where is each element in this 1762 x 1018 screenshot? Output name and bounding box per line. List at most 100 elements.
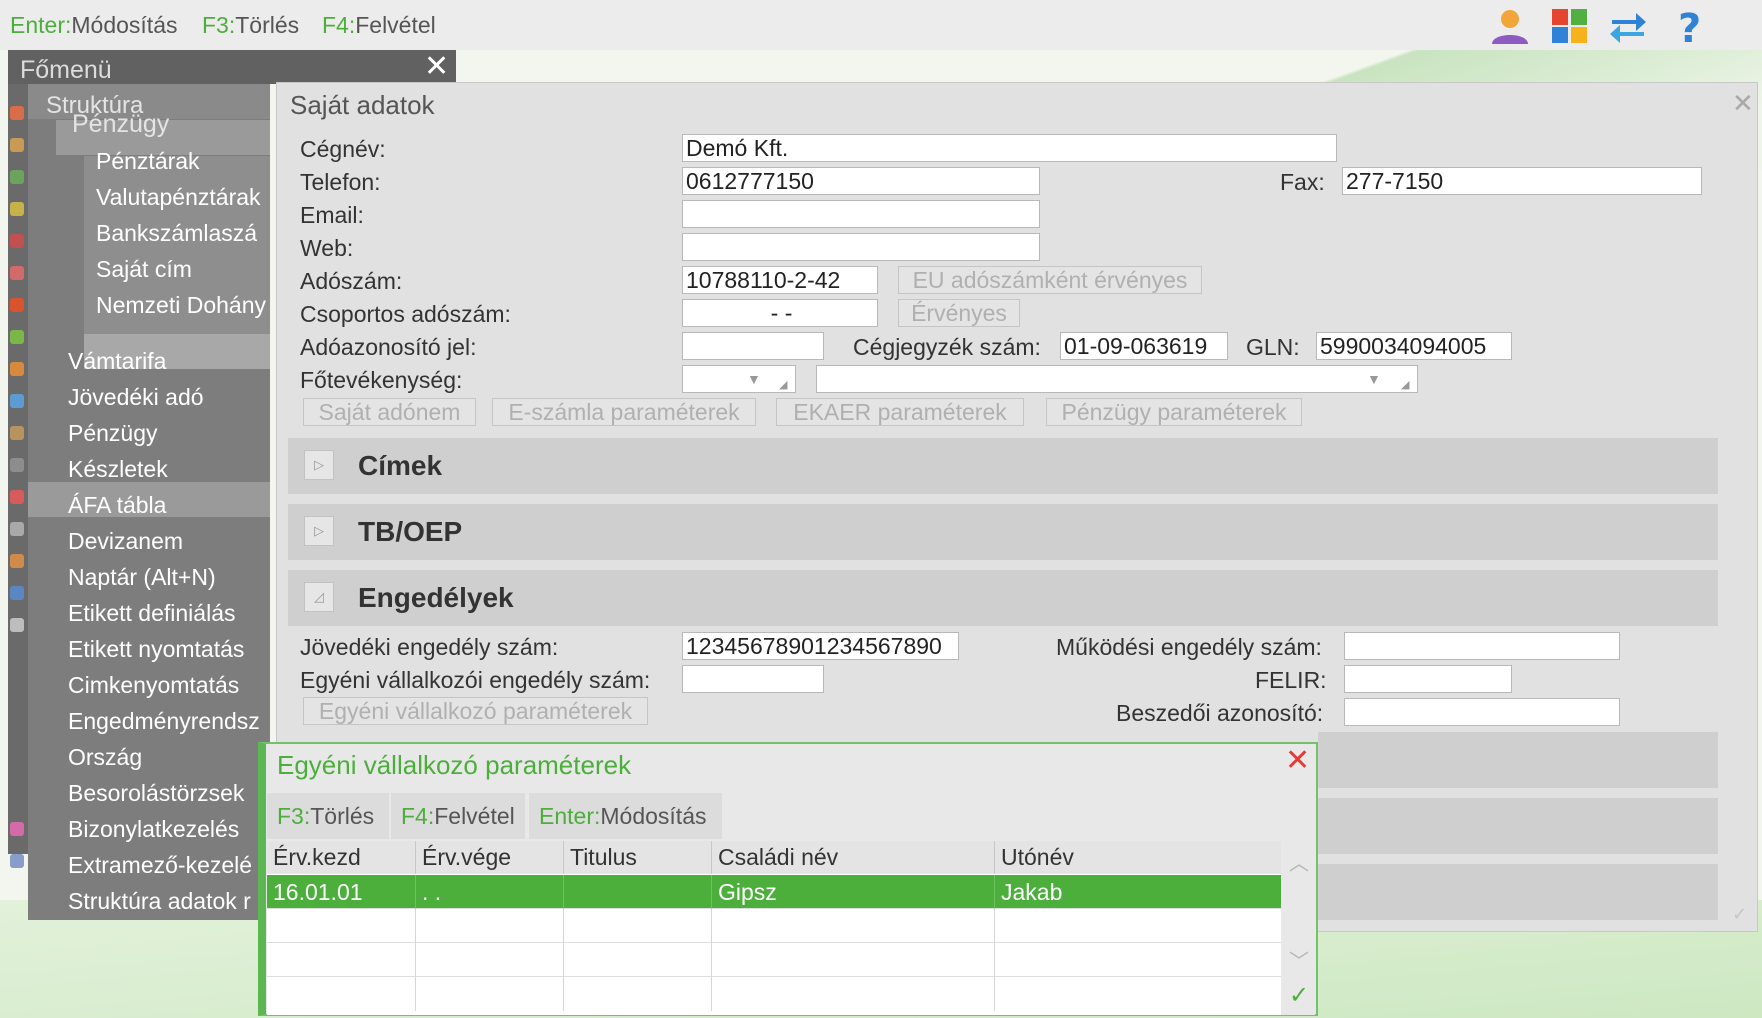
finance-params-button[interactable]: Pénzügy paraméterek	[1046, 398, 1302, 426]
user-icon[interactable]	[1488, 6, 1532, 46]
windows-grid-icon[interactable]	[1548, 6, 1592, 46]
menu-item-penzugy[interactable]: Pénzügy	[68, 420, 158, 447]
table-cell[interactable]	[995, 909, 1281, 943]
sole-trader-params-button[interactable]: Egyéni vállalkozó paraméterek	[303, 697, 648, 725]
label-group-tax-number: Csoportos adószám:	[300, 301, 511, 327]
menu-item-bankszamla[interactable]: Bankszámlaszá	[96, 220, 257, 247]
table-cell[interactable]	[416, 977, 564, 1011]
main-activity-code-select[interactable]: ▼ ◢	[682, 365, 796, 393]
grid-scrollbar[interactable]: ︿ ﹀ ✓	[1281, 841, 1315, 1015]
felir-field[interactable]	[1344, 665, 1512, 693]
collector-id-field[interactable]	[1344, 698, 1620, 726]
operating-permit-field[interactable]	[1344, 632, 1620, 660]
chevron-up-icon[interactable]: ︿	[1289, 847, 1309, 876]
menu-item-penztarak[interactable]: Pénztárak	[96, 148, 200, 175]
table-cell[interactable]	[416, 943, 564, 977]
check-icon[interactable]: ✓	[1289, 981, 1309, 1010]
help-icon[interactable]: ?	[1668, 6, 1712, 52]
shortcut-add[interactable]: F4:Felvétel	[322, 12, 436, 39]
menu-item-etikett-definialas[interactable]: Etikett definiálás	[68, 600, 235, 627]
web-field[interactable]	[682, 233, 1040, 261]
column-header-valid-from[interactable]: Érv.kezd	[267, 841, 416, 874]
section-permits[interactable]: ◿ Engedélyek	[288, 570, 1718, 626]
collapse-icon[interactable]: ◿	[304, 582, 334, 612]
email-field[interactable]	[682, 200, 1040, 228]
tax-id-field[interactable]	[682, 332, 824, 360]
table-cell[interactable]	[712, 943, 995, 977]
menu-item-afa-tabla[interactable]: ÁFA tábla	[68, 492, 166, 519]
tax-number-field[interactable]: 10788110-2-42	[682, 266, 878, 294]
table-cell[interactable]	[564, 875, 712, 909]
section-collapsed-b[interactable]	[1318, 798, 1718, 854]
menu-item-keszletek[interactable]: Készletek	[68, 456, 168, 483]
valid-button[interactable]: Érvényes	[898, 299, 1020, 327]
menu-item-devizanem[interactable]: Devizanem	[68, 528, 183, 555]
column-header-title[interactable]: Titulus	[564, 841, 712, 874]
table-cell[interactable]: . .	[416, 875, 564, 909]
gln-field[interactable]: 5990034094005	[1316, 332, 1512, 360]
menu-item-penzugy-group[interactable]: Pénzügy	[72, 110, 169, 139]
table-cell[interactable]	[564, 977, 712, 1011]
sub-modify-button[interactable]: Enter:Módosítás	[529, 793, 722, 839]
ekaer-params-button[interactable]: EKAER paraméterek	[776, 398, 1024, 426]
menu-item-orszag[interactable]: Ország	[68, 744, 142, 771]
table-cell[interactable]	[564, 943, 712, 977]
table-cell[interactable]: 16.01.01	[267, 875, 416, 909]
table-cell[interactable]	[267, 977, 416, 1011]
phone-field[interactable]: 0612777150	[682, 167, 1040, 195]
expand-icon[interactable]: ▷	[304, 450, 334, 480]
section-collapsed-a[interactable]	[1318, 732, 1718, 788]
main-activity-name-select[interactable]: ▼ ◢	[816, 365, 1418, 393]
menu-item-valutapenztarak[interactable]: Valutapénztárak	[96, 184, 261, 211]
table-cell[interactable]	[267, 909, 416, 943]
table-cell[interactable]: Gipsz	[712, 875, 995, 909]
menu-item-sajat-cim[interactable]: Saját cím	[96, 256, 192, 283]
column-header-valid-to[interactable]: Érv.vége	[416, 841, 564, 874]
sub-add-button[interactable]: F4:Felvétel	[391, 793, 525, 839]
table-cell[interactable]	[564, 909, 712, 943]
company-reg-number-field[interactable]: 01-09-063619	[1060, 332, 1228, 360]
chevron-down-icon[interactable]: ﹀	[1289, 945, 1309, 974]
table-cell[interactable]: Jakab	[995, 875, 1281, 909]
sub-delete-button[interactable]: F3:Törlés	[267, 793, 389, 839]
eu-tax-valid-button[interactable]: EU adószámként érvényes	[898, 266, 1202, 294]
expand-icon[interactable]: ▷	[304, 516, 334, 546]
e-invoice-params-button[interactable]: E-számla paraméterek	[492, 398, 756, 426]
shortcut-modify[interactable]: Enter:Módosítás	[10, 12, 177, 39]
menu-item-naptar[interactable]: Naptár (Alt+N)	[68, 564, 216, 591]
table-cell[interactable]	[995, 943, 1281, 977]
table-cell[interactable]	[995, 977, 1281, 1011]
menu-item-bizonylatkezeles[interactable]: Bizonylatkezelés	[68, 816, 239, 843]
section-collapsed-c[interactable]	[1318, 864, 1718, 920]
close-icon[interactable]: ✕	[424, 52, 449, 82]
category-icon	[10, 586, 24, 600]
column-header-family-name[interactable]: Családi név	[712, 841, 995, 874]
menu-item-cimkenyomtatas[interactable]: Cimkenyomtatás	[68, 672, 239, 699]
close-icon[interactable]: ✕	[1285, 744, 1310, 778]
table-cell[interactable]	[416, 909, 564, 943]
menu-item-extramezo[interactable]: Extramező-kezelé	[68, 852, 252, 879]
table-cell[interactable]	[712, 909, 995, 943]
company-name-field[interactable]: Demó Kft.	[682, 134, 1337, 162]
table-cell[interactable]	[712, 977, 995, 1011]
close-icon[interactable]: ✕	[1732, 88, 1754, 119]
menu-item-engedmenyrendsz[interactable]: Engedményrendsz	[68, 708, 260, 735]
menu-item-vamtarifa[interactable]: Vámtarifa	[68, 348, 166, 375]
menu-item-etikett-nyomtatas[interactable]: Etikett nyomtatás	[68, 636, 244, 663]
section-tb-oep[interactable]: ▷ TB/OEP	[288, 504, 1718, 560]
menu-item-nemzeti-dohany[interactable]: Nemzeti Dohány	[96, 292, 266, 319]
sole-trader-permit-field[interactable]	[682, 665, 824, 693]
fax-field[interactable]: 277-7150	[1342, 167, 1702, 195]
own-tax-type-button[interactable]: Saját adónem	[303, 398, 476, 426]
menu-item-jovedeki-ado[interactable]: Jövedéki adó	[68, 384, 204, 411]
label-web: Web:	[300, 235, 354, 261]
shortcut-delete[interactable]: F3:Törlés	[202, 12, 299, 39]
menu-item-besorolastorzsek[interactable]: Besorolástörzsek	[68, 780, 244, 807]
column-header-given-name[interactable]: Utónév	[995, 841, 1281, 874]
group-tax-number-field[interactable]: - -	[682, 299, 878, 327]
table-cell[interactable]	[267, 943, 416, 977]
menu-item-struktura-adatok[interactable]: Struktúra adatok r	[68, 888, 251, 915]
excise-permit-field[interactable]: 12345678901234567890	[682, 632, 959, 660]
swap-arrows-icon[interactable]	[1606, 6, 1650, 46]
section-addresses[interactable]: ▷ Címek	[288, 438, 1718, 494]
